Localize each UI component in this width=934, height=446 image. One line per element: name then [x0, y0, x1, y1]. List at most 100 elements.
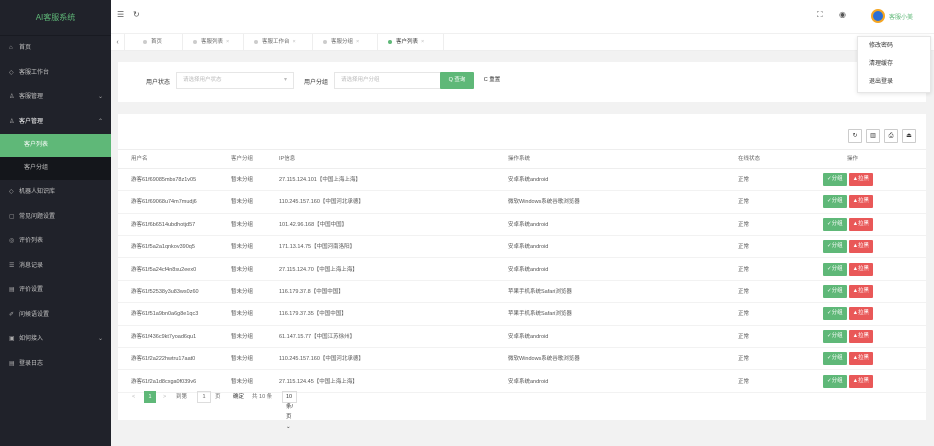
sidebar-item-workbench[interactable]: ◇ 客服工作台	[0, 61, 111, 86]
assign-group-button[interactable]: ✓分组	[823, 240, 847, 254]
fullscreen-icon[interactable]: ⛶	[817, 10, 823, 20]
sidebar-item-label: 评价列表	[19, 238, 44, 244]
theme-icon[interactable]: ◉	[839, 10, 846, 19]
sidebar-item-robot[interactable]: ◇ 机器人知识库	[0, 180, 111, 205]
cell-ip: 101.42.96.168【中国中国】	[279, 221, 348, 228]
blacklist-button[interactable]: ▲拉黑	[848, 352, 874, 366]
assign-group-button[interactable]: ✓分组	[823, 352, 847, 366]
assign-group-button[interactable]: ✓分组	[823, 285, 847, 298]
tab-label: 客户列表	[396, 39, 419, 45]
blacklist-button[interactable]: ▲拉黑	[848, 240, 874, 254]
user-dropdown: 修改密码 清理缓存 退出登录	[857, 36, 931, 93]
blacklist-button[interactable]: ▲拉黑	[848, 173, 874, 186]
blacklist-button[interactable]: ▲拉黑	[848, 262, 874, 276]
message-icon: ☰	[9, 262, 15, 269]
group-filter-placeholder: 请选择用户分组	[341, 77, 380, 83]
assign-group-button[interactable]: ✓分组	[823, 307, 847, 321]
sidebar-item-integration[interactable]: ▣ 如何接入 ⌄	[0, 327, 111, 352]
columns-icon[interactable]: ▥	[866, 129, 880, 143]
sidebar-item-label: 客户管理	[19, 118, 44, 125]
sidebar-item-message[interactable]: ☰ 消息记录	[0, 254, 111, 279]
cell-os: 微软Windows系统谷歌浏览器	[508, 199, 580, 206]
assign-group-button[interactable]: ✓分组	[823, 173, 847, 186]
reset-button[interactable]: C 重置	[477, 72, 507, 89]
cell-ip: 110.245.157.160【中国河北承德】	[279, 356, 364, 363]
assign-group-button[interactable]: ✓分组	[823, 374, 847, 388]
tab-0[interactable]: 首页	[133, 34, 183, 51]
blacklist-button[interactable]: ▲拉黑	[848, 307, 874, 321]
assign-group-button[interactable]: ✓分组	[823, 217, 847, 231]
sidebar-item-home[interactable]: ⌂ 首页	[0, 36, 111, 61]
row-actions: ✓分组 ▲拉黑	[823, 173, 874, 186]
tab-4[interactable]: 客户列表 ×	[378, 34, 444, 51]
sidebar-item-user[interactable]: ♙ 客服管理 ⌄	[0, 85, 111, 110]
app-logo[interactable]: AI客服系统	[0, 0, 111, 36]
table-row: 游客61f69068u74m7mudj6 暂未分组 110.245.157.160【…	[118, 191, 926, 214]
cell-group: 暂未分组	[231, 221, 254, 228]
blacklist-button[interactable]: ▲拉黑	[848, 285, 874, 298]
logout-item[interactable]: 退出登录	[858, 73, 930, 91]
review-icon: ◎	[9, 238, 15, 244]
row-actions: ✓分组 ▲拉黑	[823, 307, 874, 321]
page-number-input[interactable]: 1	[197, 391, 211, 403]
tab-label: 首页	[151, 39, 163, 45]
refresh-table-icon[interactable]: ↻	[848, 129, 862, 143]
sidebar-item-review[interactable]: ◎ 评价列表	[0, 229, 111, 254]
tab-label: 客服分组	[331, 39, 354, 45]
close-icon[interactable]: ×	[293, 39, 296, 45]
sidebar-subitem-customer-list[interactable]: 客户列表	[0, 134, 111, 157]
blacklist-button[interactable]: ▲拉黑	[848, 217, 874, 231]
sidebar-item-faq[interactable]: ▢ 常见问题设置	[0, 205, 111, 230]
blacklist-button[interactable]: ▲拉黑	[848, 329, 874, 343]
greeting-icon: ✐	[9, 311, 15, 318]
tab-dot-icon	[143, 39, 147, 44]
refresh-icon[interactable]: ↻	[133, 10, 140, 19]
blacklist-button[interactable]: ▲拉黑	[848, 195, 874, 209]
assign-group-button[interactable]: ✓分组	[823, 329, 847, 343]
tab-scroll-left-icon[interactable]: ‹	[111, 34, 125, 51]
tab-2[interactable]: 客服工作台 ×	[244, 34, 313, 51]
row-actions: ✓分组 ▲拉黑	[823, 285, 874, 298]
chevron-down-icon: ⌄	[97, 94, 103, 100]
login-log-icon: ▤	[9, 360, 15, 367]
table-panel: ↻ ▥ ⎙ ⏏ 用户名 客户分组 IP信息 操作系统 在线状态 操作 游客61f…	[118, 114, 926, 430]
assign-group-button[interactable]: ✓分组	[823, 195, 847, 209]
col-ip: IP信息	[279, 156, 296, 162]
next-page-button[interactable]: >	[163, 389, 166, 405]
cell-os: 微软Windows系统谷歌浏览器	[508, 356, 580, 363]
tab-3[interactable]: 客服分组 ×	[313, 34, 378, 51]
robot-icon: ◇	[9, 189, 14, 195]
page-size-select[interactable]: 10 条/页 ⌄	[282, 391, 298, 430]
avatar[interactable]	[871, 9, 885, 23]
change-password-item[interactable]: 修改密码	[858, 37, 930, 55]
sidebar-subitem-customer-group[interactable]: 客户分组	[0, 157, 111, 180]
status-filter-select[interactable]: 请选择用户状态 ▾	[176, 72, 294, 89]
close-icon[interactable]: ×	[226, 39, 229, 45]
sidebar-item-login-log[interactable]: ▤ 登录日志	[0, 352, 111, 377]
sidebar-item-greeting[interactable]: ✐ 问候语设置	[0, 303, 111, 328]
close-icon[interactable]: ×	[356, 39, 359, 45]
tab-1[interactable]: 客服列表 ×	[183, 34, 244, 51]
sidebar-item-customer[interactable]: ♙ 客户管理 ⌃	[0, 109, 111, 134]
cell-ip: 110.245.157.160【中国河北承德】	[279, 199, 364, 206]
goto-confirm-button[interactable]: 确定	[233, 389, 244, 405]
user-icon: ♙	[9, 94, 15, 100]
sidebar-item-review-settings[interactable]: ▤ 评价设置	[0, 278, 111, 303]
row-actions: ✓分组 ▲拉黑	[823, 374, 874, 388]
cell-ip: 27.115.124.70【中国上海上海】	[279, 266, 358, 273]
tab-dot-icon	[193, 39, 197, 44]
current-page[interactable]: 1	[144, 391, 156, 403]
assign-group-button[interactable]: ✓分组	[823, 262, 847, 276]
search-button[interactable]: Q 查询	[440, 72, 474, 89]
close-icon[interactable]: ×	[421, 39, 424, 45]
print-icon[interactable]: ⎙	[884, 129, 898, 143]
blacklist-button[interactable]: ▲拉黑	[848, 374, 874, 388]
clear-cache-item[interactable]: 清理缓存	[858, 55, 930, 73]
menu-toggle-icon[interactable]: ☰	[117, 10, 124, 19]
group-filter-select[interactable]: 请选择用户分组 ▾	[334, 72, 452, 89]
row-actions: ✓分组 ▲拉黑	[823, 217, 874, 231]
prev-page-button[interactable]: <	[132, 389, 135, 405]
export-icon[interactable]: ⏏	[902, 129, 916, 143]
user-name[interactable]: 客服小美	[889, 12, 913, 21]
cell-status: 正常	[738, 356, 750, 363]
